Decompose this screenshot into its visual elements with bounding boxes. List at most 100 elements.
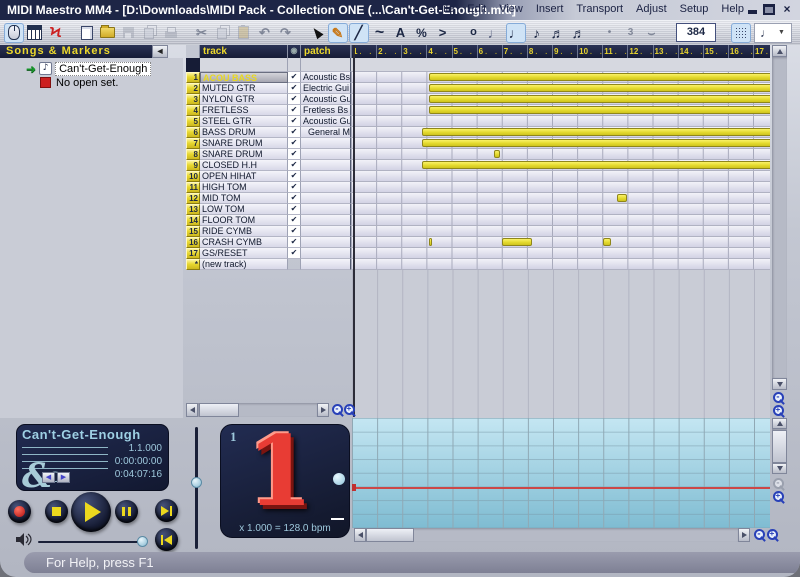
track-patch-cell[interactable] (301, 226, 351, 237)
song-tree-item[interactable]: ➔ ♪ Can't-Get-Enough (26, 62, 151, 75)
track-enable-checkbox[interactable]: ✔ (288, 160, 301, 171)
track-name-cell[interactable]: RIDE CYMB (200, 226, 288, 237)
track-patch-cell[interactable] (301, 193, 351, 204)
stop-button[interactable] (45, 500, 68, 523)
track-number-button[interactable]: 15 (186, 226, 200, 237)
track-enable-checkbox[interactable]: ✔ (288, 171, 301, 182)
rest-tool-icon[interactable]: % (412, 23, 432, 43)
midi-clip-bar[interactable] (429, 106, 770, 114)
track-lane[interactable] (351, 160, 770, 171)
ruler-measure-16[interactable]: 16. . (728, 45, 753, 58)
track-patch-cell[interactable] (301, 171, 351, 182)
menu-item-help[interactable]: Help (721, 3, 744, 15)
track-patch-cell[interactable] (301, 259, 351, 270)
track-name-cell[interactable]: CLOSED H.H (200, 160, 288, 171)
track-lane[interactable] (351, 116, 770, 127)
track-number-button[interactable]: 14 (186, 215, 200, 226)
track-zoom-out-icon[interactable]: - (772, 391, 786, 405)
measure-ruler[interactable]: 1. .2. .3. .4. .5. .6. .7. .8. .9. .10. … (351, 45, 770, 58)
timeline-zoom-out-icon[interactable]: - (753, 528, 767, 542)
menu-item-setup[interactable]: Setup (680, 3, 709, 15)
track-number-button[interactable]: 17 (186, 248, 200, 259)
play-button[interactable] (71, 492, 111, 532)
track-scroll-up-button[interactable] (772, 45, 787, 57)
menu-item-adjust[interactable]: Adjust (636, 3, 667, 15)
track-lane[interactable] (351, 171, 770, 182)
ruler-measure-7[interactable]: 7. . (502, 45, 527, 58)
track-name-cell[interactable]: SNARE DRUM (200, 138, 288, 149)
track-patch-cell[interactable] (301, 149, 351, 160)
ruler-measure-12[interactable]: 12. . (627, 45, 652, 58)
ruler-measure-13[interactable]: 13. . (653, 45, 678, 58)
track-enable-checkbox[interactable]: ✔ (288, 149, 301, 160)
tempo-scroll-up-button[interactable] (772, 418, 787, 429)
track-number-button[interactable]: 5 (186, 116, 200, 127)
ruler-measure-2[interactable]: 2. . (376, 45, 401, 58)
track-patch-cell[interactable]: Acoustic Gu (301, 94, 351, 105)
track-lane[interactable] (351, 72, 770, 83)
piano-icon[interactable] (25, 23, 45, 43)
track-enable-checkbox[interactable]: ✔ (288, 94, 301, 105)
track-enable-checkbox[interactable]: ✔ (288, 72, 301, 83)
track-number-button[interactable]: 11 (186, 182, 200, 193)
track-vscrollbar[interactable] (772, 57, 787, 378)
track-lane[interactable] (351, 259, 770, 270)
tempo-slider-knob[interactable] (191, 477, 202, 488)
combo-dropdown-icon[interactable]: ▼ (778, 29, 785, 36)
tempo-line[interactable] (352, 487, 770, 489)
ruler-measure-5[interactable]: 5. . (452, 45, 477, 58)
track-number-button[interactable]: 4 (186, 105, 200, 116)
track-patch-cell[interactable] (301, 204, 351, 215)
ruler-measure-14[interactable]: 14. . (678, 45, 703, 58)
tempo-dot-knob[interactable] (333, 473, 345, 485)
panel-collapse-button[interactable]: ◄ (152, 45, 168, 58)
track-lane[interactable] (351, 83, 770, 94)
marker-set-tree-item[interactable]: No open set. (40, 76, 118, 89)
track-enable-checkbox[interactable]: ✔ (288, 226, 301, 237)
track-patch-cell[interactable]: Acoustic Gu (301, 116, 351, 127)
track-number-button[interactable]: 6 (186, 127, 200, 138)
maximize-button[interactable] (762, 3, 776, 16)
panic-icon[interactable]: Ϟ (46, 23, 66, 43)
track-number-button[interactable]: 1 (186, 72, 200, 83)
track-name-cell[interactable]: ACOU BASS (200, 72, 288, 83)
track-name-cell[interactable]: CRASH CYMB (200, 237, 288, 248)
track-patch-cell[interactable] (301, 160, 351, 171)
track-number-button[interactable]: 12 (186, 193, 200, 204)
ruler-measure-3[interactable]: 3. . (401, 45, 426, 58)
prev-marker-button[interactable]: ◀ (42, 472, 55, 483)
track-name-cell[interactable]: MUTED GTR (200, 83, 288, 94)
track-enable-checkbox[interactable]: ✔ (288, 127, 301, 138)
track-name-cell[interactable]: MID TOM (200, 193, 288, 204)
track-column-header[interactable]: track (200, 45, 288, 58)
menu-item-insert[interactable]: Insert (536, 3, 564, 15)
timeline-hscrollbar[interactable] (366, 528, 738, 542)
midi-clip-bar[interactable] (422, 128, 770, 136)
ppq-field[interactable]: 384 (676, 23, 716, 42)
ruler-measure-4[interactable]: 4. . (426, 45, 451, 58)
tracklist-hscroll-thumb[interactable] (199, 403, 239, 417)
track-lane[interactable] (351, 193, 770, 204)
track-name-cell[interactable]: GS/RESET (200, 248, 288, 259)
ruler-measure-11[interactable]: 11. . (602, 45, 627, 58)
menu-item-view[interactable]: View (499, 3, 523, 15)
track-lane[interactable] (351, 248, 770, 259)
timeline-scroll-left-button[interactable] (354, 528, 366, 542)
note-length-combo[interactable]: ♩▼ (754, 23, 792, 43)
thirtysecond-note-icon[interactable]: ♬ (569, 23, 589, 43)
midi-clip-bar[interactable] (422, 161, 770, 169)
open-file-icon[interactable] (98, 23, 118, 43)
track-enable-checkbox[interactable]: ✔ (288, 193, 301, 204)
track-name-cell[interactable]: SNARE DRUM (200, 149, 288, 160)
quarter-note-icon[interactable]: ♩ (506, 23, 526, 43)
track-enable-checkbox[interactable]: ✔ (288, 237, 301, 248)
track-lane[interactable] (351, 215, 770, 226)
tracklist-scroll-left-button[interactable] (186, 403, 198, 417)
track-number-button[interactable]: 8 (186, 149, 200, 160)
midi-clip-bar[interactable] (502, 238, 531, 246)
track-lane[interactable] (351, 105, 770, 116)
mute-column-header-icon[interactable]: ◉ (288, 45, 301, 58)
patch-column-header[interactable]: patch (301, 45, 351, 58)
pencil-tool-icon[interactable]: ✎ (328, 23, 348, 43)
tempo-zoom-out-icon[interactable]: - (772, 477, 786, 491)
